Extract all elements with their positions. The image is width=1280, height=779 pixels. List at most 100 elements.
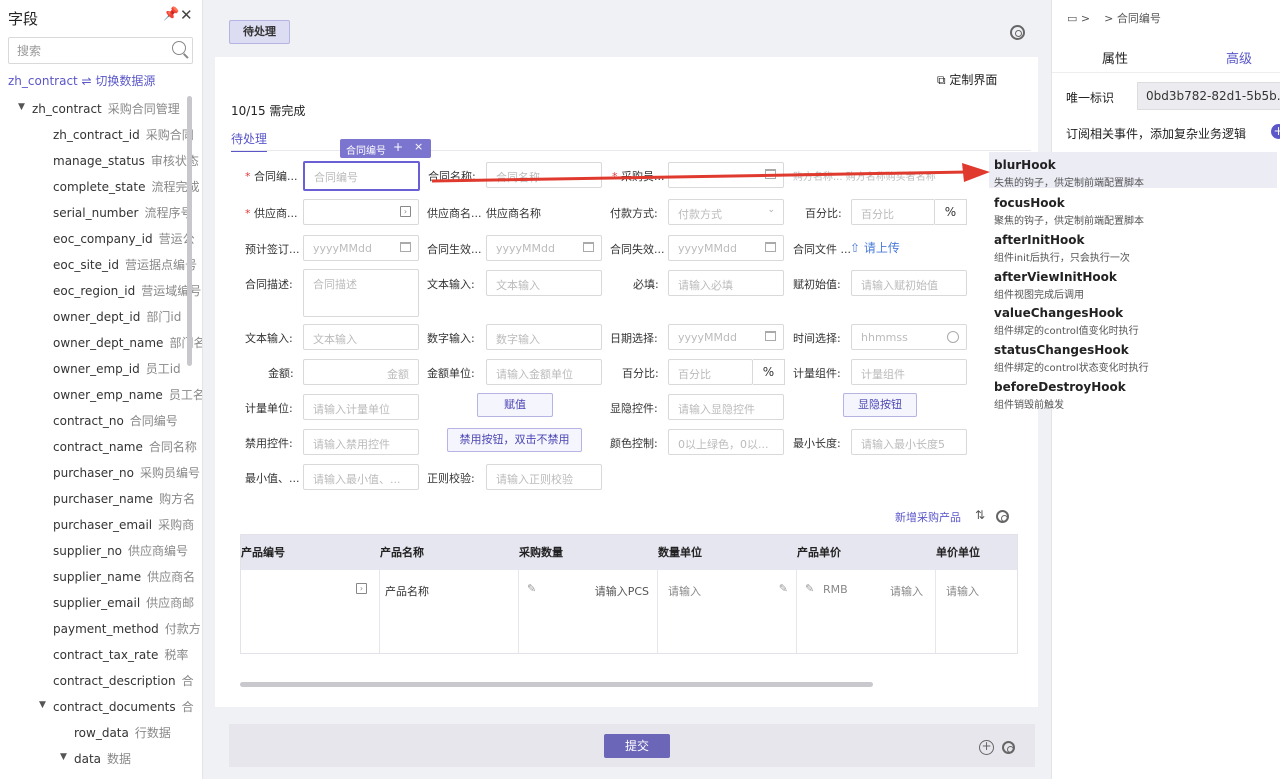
sort-icon[interactable]: ⇅ [975,508,985,522]
section-tab-pending[interactable]: 待处理 [231,130,268,152]
init-value-input[interactable]: 请输入赋初始值 [851,270,967,296]
tree-node[interactable]: zh_contract_id 采购合同 [53,126,194,144]
expand-triangle-icon[interactable]: ▼ [60,752,67,762]
hook-description: 组件init后执行，只会执行一次 [994,253,1130,264]
left-scrollbar[interactable] [187,96,192,366]
tree-node[interactable]: manage_status 审核状态 [53,152,199,170]
tree-node[interactable]: contract_description 合 [53,672,194,690]
settings-gear-icon[interactable] [1010,25,1025,40]
number-input[interactable]: 数字输入 [486,324,602,350]
hook-option[interactable]: afterInitHook 组件init后执行，只会执行一次 [989,227,1277,264]
footer-gear-icon[interactable] [1002,741,1015,754]
date-select-input[interactable]: yyyyMMdd [668,324,784,350]
amount-unit-input[interactable]: 请输入金额单位 [486,359,602,385]
tab-pending[interactable]: 待处理 [229,20,290,44]
required-input[interactable]: 请输入必填 [668,270,784,296]
tree-node[interactable]: supplier_no 供应商编号 [53,542,188,560]
remove-icon[interactable]: × [414,140,423,153]
hook-option[interactable]: statusChangesHook 组件绑定的control状态变化时执行 [989,337,1277,374]
contract-name-input[interactable]: 合同名称 [486,162,602,188]
tree-node[interactable]: eoc_company_id 营运公 [53,230,195,248]
tree-node[interactable]: row_data 行数据 [74,724,171,742]
upload-button[interactable]: ⇧ 请上传 [850,239,900,256]
hook-option[interactable]: focusHook 聚焦的钩子，供定制前端配置脚本 [989,190,1277,227]
disable-button[interactable]: 禁用按钮，双击不禁用 [447,428,582,452]
expire-date-input[interactable]: yyyyMMdd [668,235,784,261]
tab-properties[interactable]: 属性 [1102,48,1128,67]
tree-node[interactable]: contract_no 合同编号 [53,412,178,430]
tree-node[interactable]: serial_number 流程序号 [53,204,192,222]
hook-option[interactable]: afterViewInitHook 组件视图完成后调用 [989,264,1277,301]
tree-node[interactable]: ▼ zh_contract 采购合同管理 [18,100,180,118]
pin-icon[interactable]: 📌 [163,7,179,22]
tree-node[interactable]: owner_dept_name部门名 [53,334,202,352]
assign-button[interactable]: 赋值 [477,393,553,417]
payment-select[interactable]: 付款方式 ⌄ [668,199,784,225]
expand-triangle-icon[interactable]: ▼ [18,102,25,112]
min-length-input[interactable]: 请输入最小长度5 [851,429,967,455]
tree-node[interactable]: ▼ contract_documents 合 [39,698,194,716]
sign-date-input[interactable]: yyyyMMdd [303,235,419,261]
cell-price[interactable]: ✎ RMB 请输入 [797,570,936,653]
show-hide-button[interactable]: 显隐按钮 [843,393,917,417]
measure-input[interactable]: 计量组件 [851,359,967,385]
effective-date-input[interactable]: yyyyMMdd [486,235,602,261]
tab-advanced[interactable]: 高级 [1226,48,1252,67]
add-circle-icon[interactable]: + [979,740,994,755]
text-input-2[interactable]: 文本输入 [303,324,419,350]
uid-field[interactable]: 0bd3b782-82d1-5b5b... [1137,82,1280,110]
table-scrollbar[interactable] [240,682,873,687]
contract-no-input[interactable]: 合同编号 [303,161,420,191]
open-picker-icon[interactable]: › [400,206,411,217]
add-icon[interactable]: + [393,140,403,154]
hook-option[interactable]: blurHook 失焦的钩子，供定制前端配置脚本 [989,152,1277,189]
hook-option[interactable]: valueChangesHook 组件绑定的control值变化时执行 [989,300,1277,337]
text-input[interactable]: 文本输入 [486,270,602,296]
tree-node[interactable]: complete_state 流程完成 [53,178,199,196]
tree-node[interactable]: purchaser_name 购方名 [53,490,195,508]
tree-node[interactable]: payment_method 付款方 [53,620,201,638]
tree-node[interactable]: owner_dept_id 部门id [53,308,181,326]
tree-node[interactable]: ▼ data 数据 [60,750,131,768]
time-select-input[interactable]: hhmmss [851,324,967,350]
color-control-input[interactable]: 0以上绿色，0以... [668,429,784,455]
description-textarea[interactable]: 合同描述 [303,269,419,317]
cell-price-unit[interactable]: 请输入 [936,570,1017,653]
min-value-input[interactable]: 请输入最小值、... [303,464,419,490]
percent-input[interactable]: 百分比 [851,199,935,225]
tree-node[interactable]: supplier_email 供应商邮 [53,594,194,612]
tree-node[interactable]: purchaser_email 采购商 [53,516,194,534]
tree-node[interactable]: purchaser_no 采购员编号 [53,464,200,482]
add-product-link[interactable]: 新增采购产品 [895,509,961,525]
tree-node[interactable]: owner_emp_id 员工id [53,360,181,378]
close-icon[interactable]: ✕ [180,6,193,24]
tree-node[interactable]: eoc_site_id 营运据点编号 [53,256,197,274]
tree-node[interactable]: supplier_name 供应商名 [53,568,195,586]
disable-input[interactable]: 请输入禁用控件 [303,429,419,455]
table-settings-gear-icon[interactable] [996,510,1009,523]
tree-node[interactable]: eoc_region_id 营运域编号 [53,282,201,300]
supplier-input[interactable]: › [303,199,419,225]
show-hide-input[interactable]: 请输入显隐控件 [668,394,784,420]
switch-datasource-link[interactable]: zh_contract ⇌ 切换数据源 [8,72,155,89]
measure-unit-input[interactable]: 请输入计量单位 [303,394,419,420]
hook-option[interactable]: beforeDestroyHook 组件销毁前触发 [989,374,1277,411]
cell-product-no[interactable]: › [241,570,380,653]
search-input[interactable]: 搜索 [8,37,193,64]
add-event-icon[interactable]: + [1271,124,1280,139]
purchaser-input[interactable] [668,162,784,188]
amount-input[interactable]: 金额 [303,359,419,385]
customize-ui-button[interactable]: ⧉ 定制界面 [937,71,997,88]
submit-button[interactable]: 提交 [604,734,670,758]
folder-icon[interactable]: ▭ [1067,12,1077,25]
tree-node[interactable]: owner_emp_name 员工名 [53,386,202,404]
regex-input[interactable]: 请输入正则校验 [486,464,602,490]
cell-qty[interactable]: ✎ 请输入PCS [519,570,658,653]
cell-qty-unit[interactable]: 请输入 ✎ [658,570,797,653]
expand-triangle-icon[interactable]: ▼ [39,700,46,710]
tree-node[interactable]: contract_name 合同名称 [53,438,197,456]
open-picker-icon[interactable]: › [356,583,367,594]
percent-input-2[interactable]: 百分比 [668,359,753,385]
tree-node-key: owner_dept_name [53,336,164,350]
tree-node[interactable]: contract_tax_rate 税率 [53,646,188,664]
